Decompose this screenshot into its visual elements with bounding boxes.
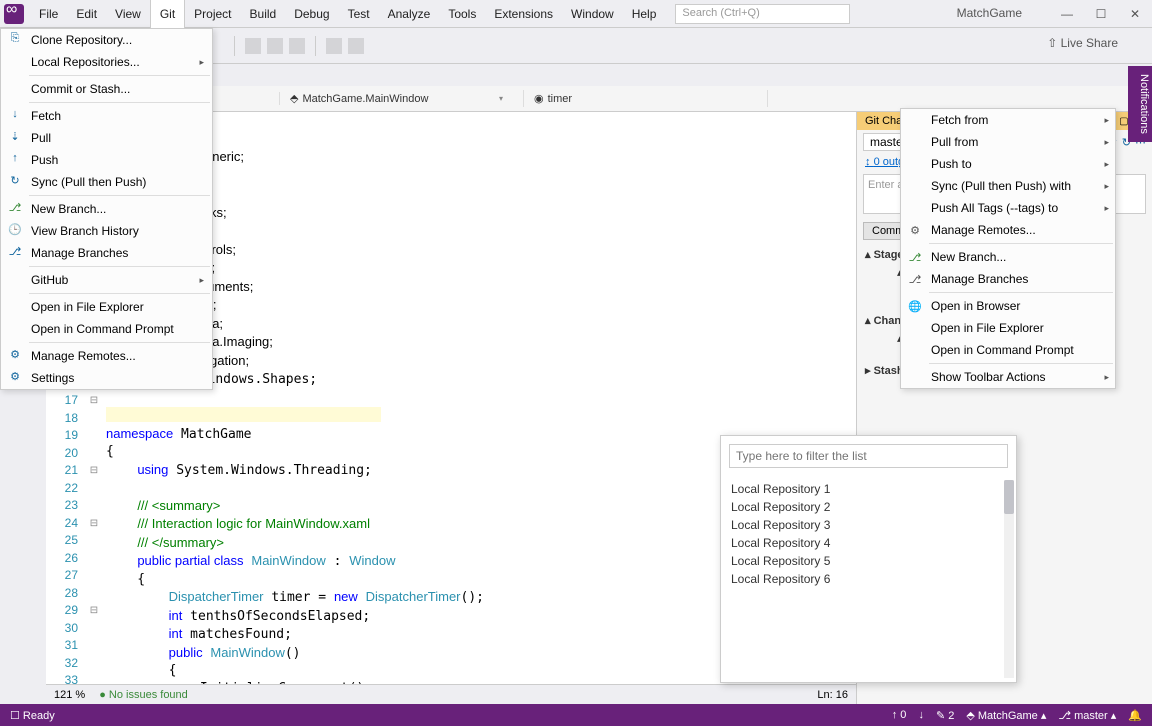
repo-list-item[interactable]: Local Repository 2: [731, 498, 1006, 516]
ctx-push-to[interactable]: Push to▸: [901, 153, 1115, 175]
window-title: MatchGame: [957, 6, 1022, 20]
menu-git[interactable]: Git: [150, 0, 185, 28]
cursor-position: Ln: 16: [817, 689, 848, 701]
menu-local-repositories[interactable]: Local Repositories...▸: [1, 51, 212, 73]
menu-push[interactable]: ↑Push: [1, 149, 212, 171]
menu-sync[interactable]: ↻Sync (Pull then Push): [1, 171, 212, 193]
window-close-icon[interactable]: ✕: [1124, 0, 1146, 28]
window-minimize-icon[interactable]: —: [1056, 0, 1078, 28]
menu-pull[interactable]: ⇣Pull: [1, 127, 212, 149]
repo-scrollbar[interactable]: [1004, 480, 1014, 678]
menu-analyze[interactable]: Analyze: [379, 0, 440, 28]
notifications-bell-icon[interactable]: 🔔: [1128, 709, 1142, 722]
menu-manage-remotes[interactable]: ⚙Manage Remotes...: [1, 345, 212, 367]
nav-class[interactable]: ⬘ MatchGame.MainWindow▾: [284, 90, 524, 107]
ctx-open-command-prompt[interactable]: Open in Command Prompt: [901, 339, 1115, 361]
window-maximize-icon[interactable]: ☐: [1090, 0, 1112, 28]
menu-debug[interactable]: Debug: [285, 0, 338, 28]
menu-tools[interactable]: Tools: [439, 0, 485, 28]
ctx-manage-remotes[interactable]: ⚙Manage Remotes...: [901, 219, 1115, 241]
ctx-show-toolbar-actions[interactable]: Show Toolbar Actions▸: [901, 366, 1115, 388]
ctx-open-file-explorer[interactable]: Open in File Explorer: [901, 317, 1115, 339]
menu-extensions[interactable]: Extensions: [485, 0, 562, 28]
menu-open-command-prompt[interactable]: Open in Command Prompt: [1, 318, 212, 340]
visual-studio-logo-icon: [4, 4, 24, 24]
ctx-open-browser[interactable]: 🌐Open in Browser: [901, 295, 1115, 317]
menu-window[interactable]: Window: [562, 0, 623, 28]
repo-list-item[interactable]: Local Repository 4: [731, 534, 1006, 552]
ctx-pull-from[interactable]: Pull from▸: [901, 131, 1115, 153]
menu-open-file-explorer[interactable]: Open in File Explorer: [1, 296, 212, 318]
status-pending-changes[interactable]: ✎ 2: [936, 709, 954, 722]
menu-github[interactable]: GitHub▸: [1, 269, 212, 291]
ctx-new-branch[interactable]: ⎇New Branch...: [901, 246, 1115, 268]
toolbar-icon[interactable]: [348, 38, 364, 54]
menu-fetch[interactable]: ↓Fetch: [1, 105, 212, 127]
status-incoming-icon[interactable]: ↓: [918, 709, 924, 721]
menu-edit[interactable]: Edit: [67, 0, 106, 28]
toolbar-icon[interactable]: [245, 38, 261, 54]
ctx-fetch-from[interactable]: Fetch from▸: [901, 109, 1115, 131]
menu-new-branch[interactable]: ⎇New Branch...: [1, 198, 212, 220]
ctx-manage-branches[interactable]: ⎇Manage Branches: [901, 268, 1115, 290]
live-share-button[interactable]: ⇧ Live Share: [1047, 36, 1118, 50]
status-branch-selector[interactable]: ⎇ master ▴: [1058, 709, 1116, 722]
menu-help[interactable]: Help: [623, 0, 666, 28]
toolbar-icon[interactable]: [289, 38, 305, 54]
nav-member[interactable]: ◉ timer: [528, 90, 768, 107]
menu-view-branch-history[interactable]: 🕒View Branch History: [1, 220, 212, 242]
toolbar-icon[interactable]: [326, 38, 342, 54]
local-repositories-popup: Local Repository 1 Local Repository 2 Lo…: [720, 435, 1017, 683]
menu-build[interactable]: Build: [241, 0, 286, 28]
repo-list-item[interactable]: Local Repository 3: [731, 516, 1006, 534]
top-menu-bar: File Edit View Git Project Build Debug T…: [0, 0, 1152, 28]
menu-manage-branches[interactable]: ⎇Manage Branches: [1, 242, 212, 264]
no-issues-indicator[interactable]: ● No issues found: [99, 689, 188, 701]
menu-settings[interactable]: ⚙Settings: [1, 367, 212, 389]
status-project-selector[interactable]: ⬘ MatchGame ▴: [966, 709, 1046, 722]
menu-file[interactable]: File: [30, 0, 67, 28]
ctx-sync-with[interactable]: Sync (Pull then Push) with▸: [901, 175, 1115, 197]
bottom-status-bar: ☐ Ready ↑ 0 ↓ ✎ 2 ⬘ MatchGame ▴ ⎇ master…: [0, 704, 1152, 726]
zoom-level[interactable]: 121 %: [54, 689, 85, 701]
menu-clone-repository[interactable]: ⎘Clone Repository...: [1, 29, 212, 51]
status-ready: Ready: [23, 710, 55, 722]
menu-view[interactable]: View: [106, 0, 150, 28]
menu-project[interactable]: Project: [185, 0, 240, 28]
status-outgoing[interactable]: ↑ 0: [892, 709, 907, 721]
editor-status-bar: 121 % ● No issues found Ln: 16: [46, 684, 856, 704]
menu-commit-stash[interactable]: Commit or Stash...: [1, 78, 212, 100]
git-menu-dropdown: ⎘Clone Repository... Local Repositories.…: [0, 28, 213, 390]
toolbar-icon[interactable]: [267, 38, 283, 54]
repo-list-item[interactable]: Local Repository 6: [731, 570, 1006, 588]
repo-list-item[interactable]: Local Repository 1: [731, 480, 1006, 498]
menu-test[interactable]: Test: [339, 0, 379, 28]
git-actions-context-menu: Fetch from▸ Pull from▸ Push to▸ Sync (Pu…: [900, 108, 1116, 389]
notifications-tab[interactable]: Notifications: [1128, 66, 1152, 142]
repository-filter-input[interactable]: [729, 444, 1008, 468]
repo-list-item[interactable]: Local Repository 5: [731, 552, 1006, 570]
ctx-push-all-tags[interactable]: Push All Tags (--tags) to▸: [901, 197, 1115, 219]
search-input[interactable]: Search (Ctrl+Q): [675, 4, 850, 24]
